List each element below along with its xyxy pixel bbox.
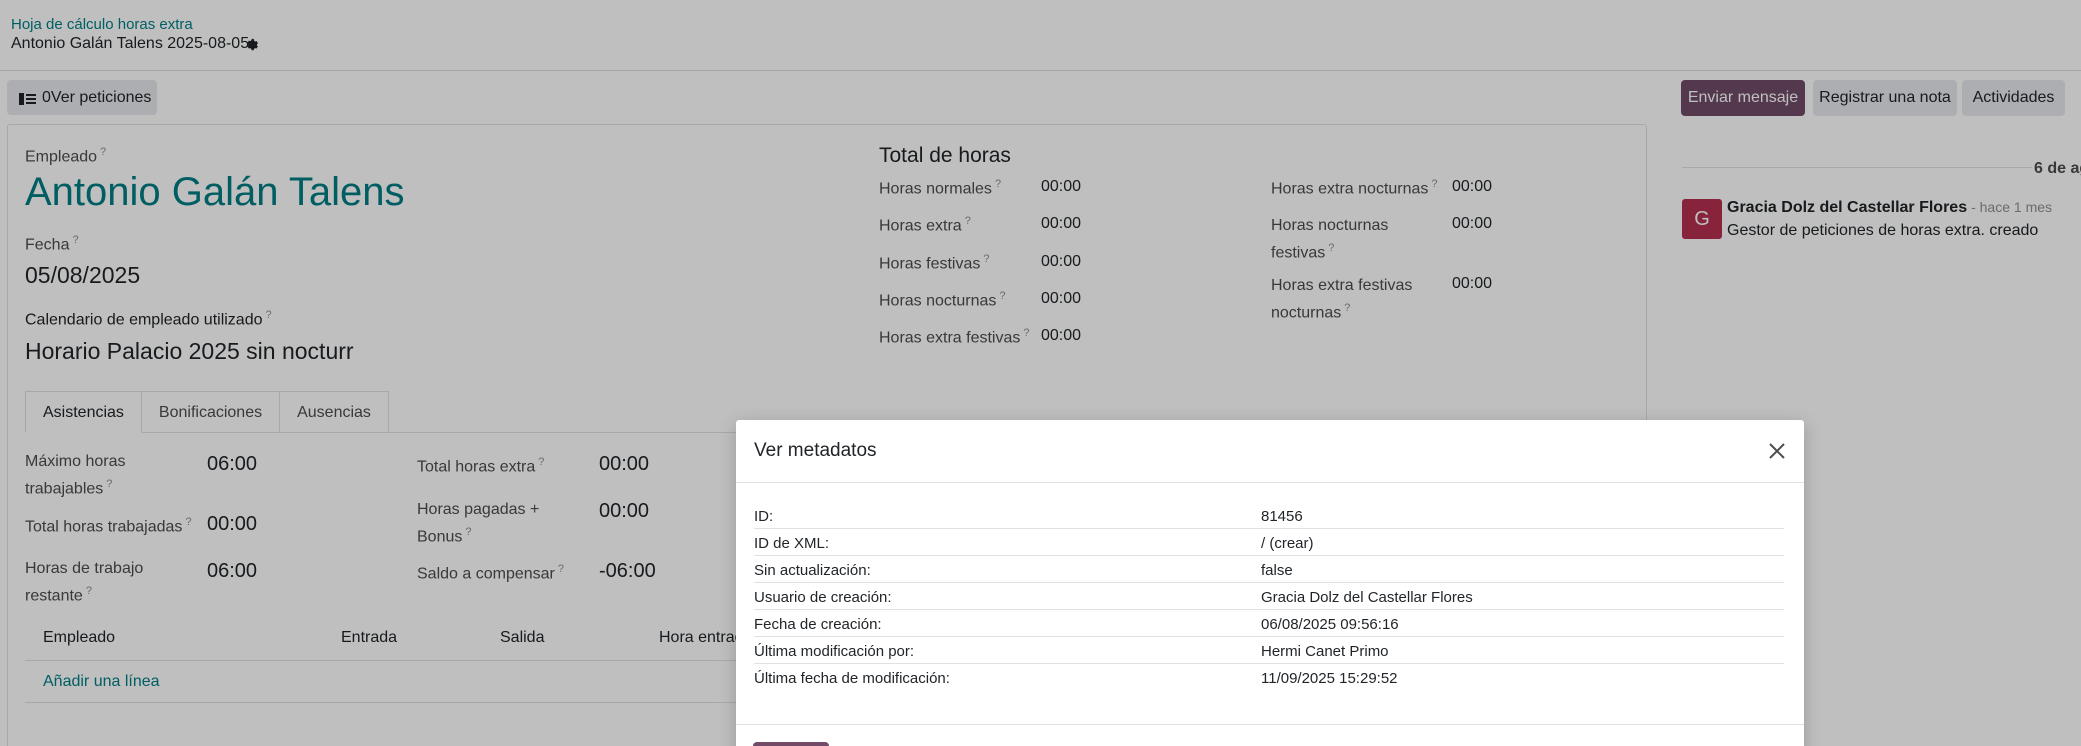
metadata-key: ID de XML: <box>754 535 830 552</box>
metadata-row-noupdate: Sin actualización: false <box>754 556 1784 583</box>
metadata-row-create-date: Fecha de creación: 06/08/2025 09:56:16 <box>754 610 1784 637</box>
metadata-key: Última fecha de modificación: <box>754 670 950 687</box>
metadata-value: 06/08/2025 09:56:16 <box>1261 616 1399 633</box>
close-icon[interactable] <box>1766 440 1788 462</box>
metadata-value: 81456 <box>1261 508 1303 525</box>
metadata-value[interactable]: / (crear) <box>1261 535 1314 552</box>
metadata-row-id: ID: 81456 <box>754 502 1784 529</box>
metadata-key: Usuario de creación: <box>754 589 892 606</box>
modal-footer-divider <box>736 724 1804 725</box>
metadata-value: Hermi Canet Primo <box>1261 643 1389 660</box>
modal-header: Ver metadatos <box>736 420 1804 483</box>
metadata-value: 11/09/2025 15:29:52 <box>1261 670 1398 687</box>
metadata-row-write-user: Última modificación por: Hermi Canet Pri… <box>754 637 1784 664</box>
metadata-dialog: Ver metadatos ID: 81456 ID de XML: / (cr… <box>736 420 1804 746</box>
metadata-value: false <box>1261 562 1293 579</box>
close-button[interactable] <box>753 742 829 746</box>
metadata-key: Sin actualización: <box>754 562 871 579</box>
metadata-key: ID: <box>754 508 774 525</box>
metadata-value: Gracia Dolz del Castellar Flores <box>1261 589 1473 606</box>
metadata-row-create-user: Usuario de creación: Gracia Dolz del Cas… <box>754 583 1784 610</box>
modal-title: Ver metadatos <box>754 440 877 461</box>
metadata-row-write-date: Última fecha de modificación: 11/09/2025… <box>754 664 1784 691</box>
metadata-row-xml-id: ID de XML: / (crear) <box>754 529 1784 556</box>
metadata-key: Fecha de creación: <box>754 616 882 633</box>
metadata-key: Última modificación por: <box>754 643 915 660</box>
